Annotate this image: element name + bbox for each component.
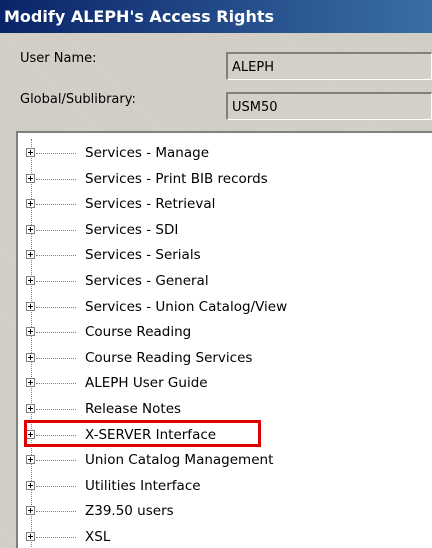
access-rights-window: Modify ALEPH's Access Rights User Name: … [0, 0, 432, 548]
tree-item[interactable]: Services - General [18, 269, 428, 293]
tree-horizontal-connector [36, 153, 76, 154]
tree-item-label: Services - General [85, 273, 209, 289]
tree-horizontal-connector [36, 460, 76, 462]
tree-item-label: Release Notes [85, 401, 182, 417]
tree-item[interactable]: ALEPH User Guide [18, 371, 428, 395]
tree-item[interactable]: Z39.50 users [18, 499, 428, 523]
tree-horizontal-connector [36, 306, 76, 308]
tree-horizontal-connector [36, 229, 76, 231]
tree-item[interactable]: Release Notes [18, 397, 428, 421]
tree-item-label: Utilities Interface [85, 477, 201, 494]
plus-box-icon[interactable] [26, 327, 35, 337]
tree-horizontal-connector [36, 281, 76, 282]
plus-box-icon[interactable] [26, 173, 35, 183]
plus-box-icon[interactable] [26, 352, 35, 362]
window-titlebar[interactable]: Modify ALEPH's Access Rights [0, 0, 432, 33]
plus-box-icon[interactable] [26, 404, 35, 413]
tree-horizontal-connector [36, 178, 76, 180]
user-name-label: User Name: [20, 51, 97, 66]
tree-item-label: Services - Manage [85, 145, 210, 161]
highlight-box [24, 420, 261, 447]
tree-item-label: Services - Union Catalog/View [85, 298, 288, 315]
plus-box-icon[interactable] [26, 301, 35, 311]
tree-item-label: Z39.50 users [85, 503, 174, 520]
tree-item-label: Services - Serials [85, 247, 201, 264]
tree-item[interactable]: Services - SDI [18, 218, 428, 242]
tree-item[interactable]: Services - Union Catalog/View [18, 295, 428, 319]
tree-horizontal-connector [36, 537, 76, 538]
plus-box-icon[interactable] [26, 506, 35, 516]
tree-item-label: Services - Retrieval [85, 196, 216, 213]
tree-horizontal-connector [36, 383, 76, 385]
tree-item[interactable]: Course Reading Services [18, 346, 428, 370]
tree-horizontal-connector [36, 511, 76, 513]
tree-item-label: Course Reading [85, 324, 192, 341]
tree-item[interactable]: Utilities Interface [18, 474, 428, 498]
plus-box-icon[interactable] [26, 378, 35, 388]
plus-box-icon[interactable] [26, 199, 35, 209]
plus-box-icon[interactable] [26, 276, 35, 285]
tree-item-label: Services - SDI [85, 221, 179, 238]
tree-item[interactable]: Services - Retrieval [18, 192, 428, 216]
tree-item-label: Course Reading Services [85, 349, 253, 366]
plus-box-icon[interactable] [26, 250, 35, 260]
global-sublibrary-field[interactable]: USM50 [226, 92, 432, 120]
user-name-field[interactable]: ALEPH [226, 52, 432, 80]
tree-horizontal-connector [36, 204, 76, 206]
tree-horizontal-connector [36, 409, 76, 410]
tree-horizontal-connector [36, 332, 76, 334]
tree-item-label: Services - Print BIB records [85, 170, 268, 187]
plus-box-icon[interactable] [26, 532, 35, 541]
tree-item-label: Union Catalog Management [85, 452, 274, 469]
tree-item[interactable]: Services - Serials [18, 243, 428, 267]
plus-box-icon[interactable] [26, 148, 35, 157]
plus-box-icon[interactable] [26, 224, 35, 234]
tree-item[interactable]: Services - Manage [18, 141, 428, 165]
plus-box-icon[interactable] [26, 455, 35, 465]
tree-item[interactable]: XSL [18, 525, 428, 548]
window-title: Modify ALEPH's Access Rights [4, 7, 275, 26]
tree-horizontal-connector [36, 485, 76, 487]
tree-item-label: ALEPH User Guide [85, 375, 208, 392]
plus-box-icon[interactable] [26, 480, 35, 490]
tree-item[interactable]: Union Catalog Management [18, 448, 428, 472]
access-rights-tree[interactable]: Services - Manage Services - Print BIB re… [16, 131, 432, 548]
tree-item-label: XSL [85, 529, 111, 545]
global-sublibrary-label: Global/Sublibrary: [20, 92, 136, 107]
tree-horizontal-connector [36, 357, 76, 359]
tree-item[interactable]: Services - Print BIB records [18, 167, 428, 191]
tree-item[interactable]: Course Reading [18, 320, 428, 344]
tree-horizontal-connector [36, 255, 76, 257]
